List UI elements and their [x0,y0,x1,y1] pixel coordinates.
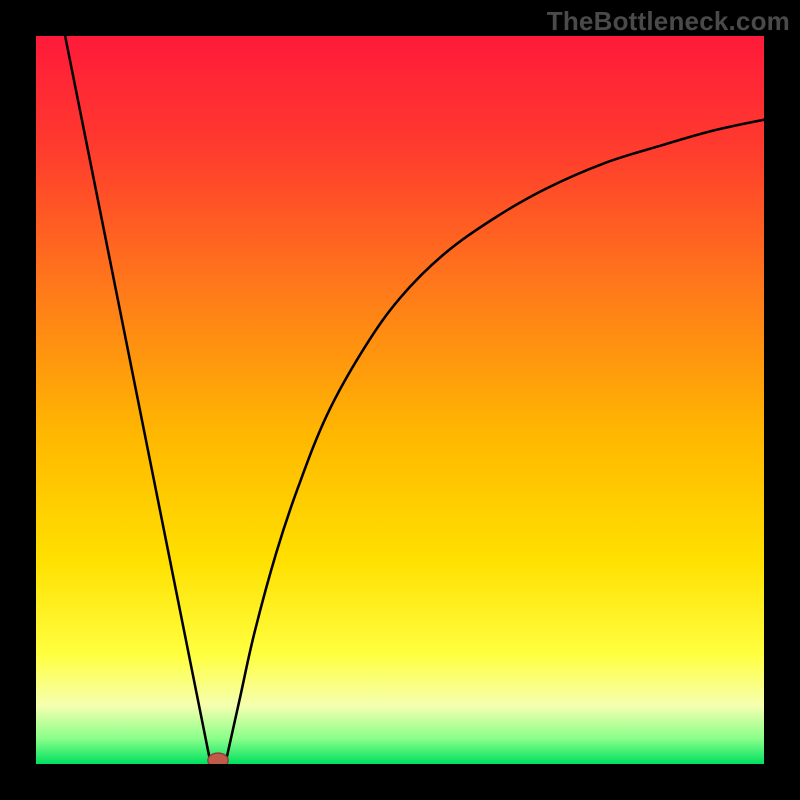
chart-background [36,36,764,764]
chart-frame [36,36,764,764]
optimum-marker [208,753,228,764]
bottleneck-chart [36,36,764,764]
watermark-text: TheBottleneck.com [547,6,790,37]
